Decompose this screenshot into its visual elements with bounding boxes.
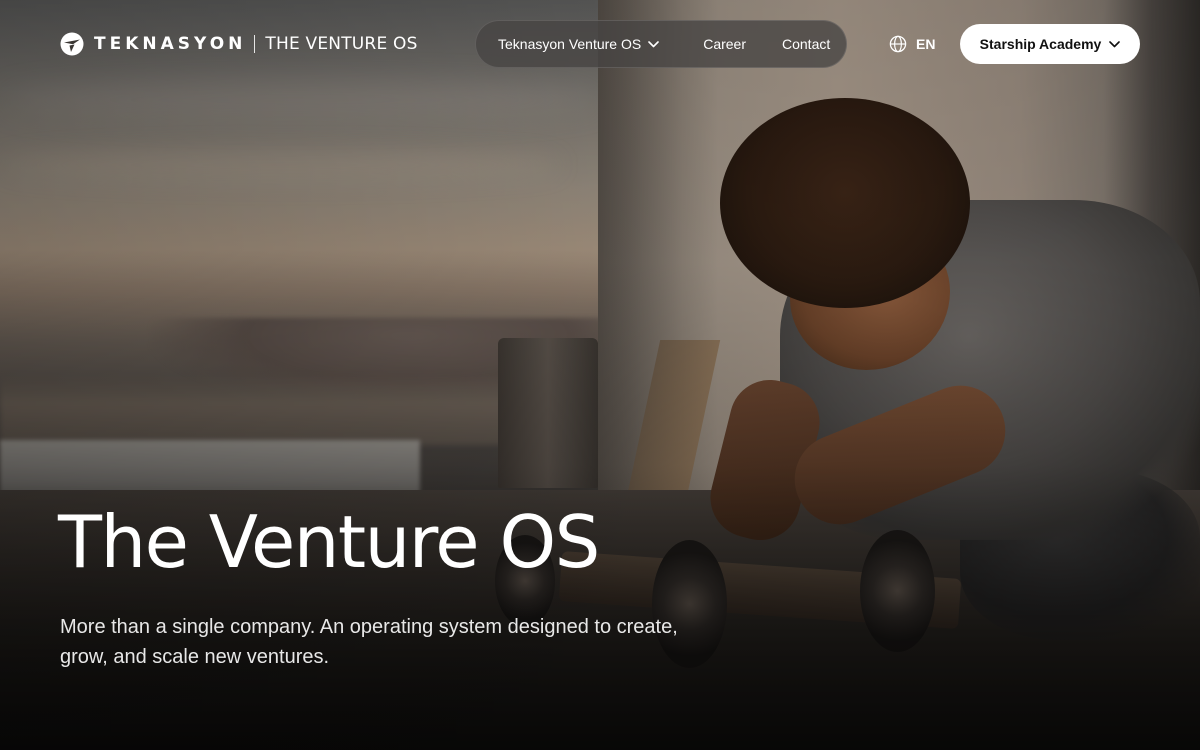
brand-divider — [254, 35, 256, 53]
main-nav: Teknasyon Venture OS Career Contact — [475, 20, 847, 68]
chevron-down-icon — [1109, 40, 1121, 47]
site-header: TEKNASYON THE VENTURE OS Teknasyon Ventu… — [0, 0, 1200, 88]
language-label: EN — [916, 36, 936, 52]
nav-item-career[interactable]: Career — [703, 36, 746, 52]
nav-item-label: Teknasyon Venture OS — [498, 36, 642, 52]
hero-subtitle: More than a single company. An operating… — [60, 616, 678, 668]
starship-academy-button[interactable]: Starship Academy — [960, 24, 1140, 64]
language-switcher[interactable]: EN — [889, 33, 935, 55]
nav-item-contact[interactable]: Contact — [782, 36, 830, 52]
hero-title: The Venture OS — [58, 500, 600, 584]
brand-logo-link[interactable]: TEKNASYON THE VENTURE OS — [60, 31, 418, 57]
nav-item-label: Career — [703, 36, 746, 52]
brand-name: TEKNASYON — [94, 34, 247, 54]
globe-icon — [889, 35, 907, 53]
teknasyon-logo-icon — [60, 32, 84, 56]
cta-label: Starship Academy — [979, 36, 1102, 52]
brand-tagline: THE VENTURE OS — [265, 34, 418, 54]
nav-item-label: Contact — [782, 36, 831, 52]
nav-item-venture-os[interactable]: Teknasyon Venture OS — [498, 36, 660, 52]
chevron-down-icon — [648, 40, 660, 47]
